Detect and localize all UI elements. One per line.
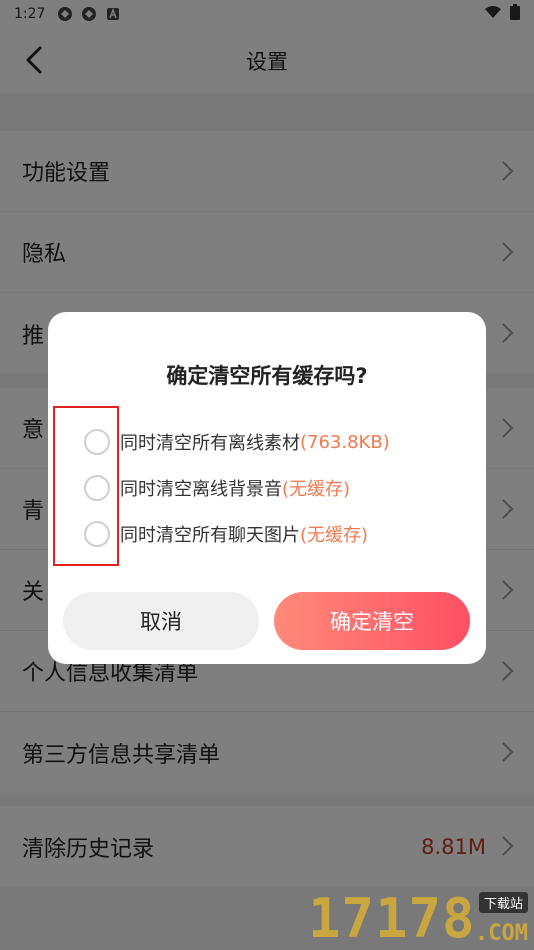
- clear-cache-dialog: 确定清空所有缓存吗? 同时清空所有离线素材 (763.8KB) 同时清空离线背景…: [48, 312, 486, 664]
- annotation-highlight-box: [53, 406, 119, 566]
- option-label: 同时清空所有聊天图片: [120, 525, 300, 546]
- option-label: 同时清空所有离线素材: [120, 433, 300, 454]
- option-label: 同时清空离线背景音: [120, 479, 282, 500]
- watermark-domain: .COM: [475, 921, 528, 946]
- option-chat-images[interactable]: 同时清空所有聊天图片 (无缓存): [84, 519, 368, 549]
- cancel-button[interactable]: 取消: [63, 592, 259, 650]
- confirm-clear-button[interactable]: 确定清空: [274, 592, 470, 650]
- watermark-digits: 17178: [308, 887, 476, 950]
- option-size: (无缓存): [282, 479, 351, 500]
- option-offline-bgm[interactable]: 同时清空离线背景音 (无缓存): [84, 473, 350, 503]
- option-size: (无缓存): [300, 525, 369, 546]
- watermark-tag: 下载站: [478, 892, 528, 913]
- site-watermark: 17178 下载站 .COM: [308, 884, 534, 950]
- dialog-title: 确定清空所有缓存吗?: [166, 364, 368, 388]
- option-offline-materials[interactable]: 同时清空所有离线素材 (763.8KB): [84, 427, 390, 457]
- option-size: (763.8KB): [300, 431, 390, 453]
